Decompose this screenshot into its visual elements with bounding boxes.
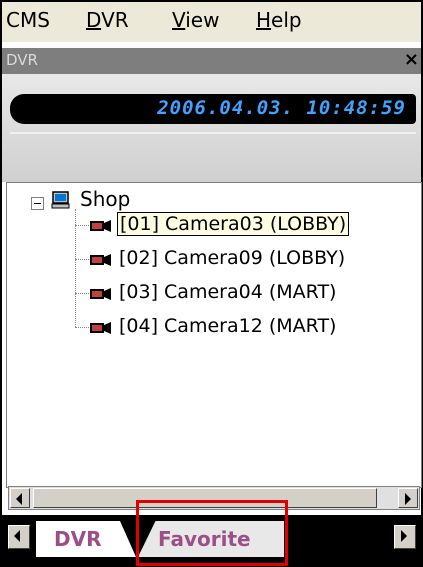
tree-item-camera[interactable]: [02] Camera09 (LOBBY) xyxy=(89,247,419,273)
arrow-left-icon xyxy=(14,530,20,542)
menu-help-rest: elp xyxy=(271,8,302,32)
tab-label: DVR xyxy=(54,527,102,551)
tree-connector xyxy=(75,225,89,226)
collapse-icon[interactable] xyxy=(31,197,44,210)
panel-title-bar: DVR × xyxy=(2,48,421,74)
camera-icon xyxy=(90,288,111,300)
tree-item-camera[interactable]: [04] Camera12 (MART) xyxy=(89,315,419,341)
arrow-right-icon xyxy=(401,530,407,542)
tree-item-camera[interactable]: [01] Camera03 (LOBBY) xyxy=(89,212,419,239)
tree-item-camera[interactable]: [03] Camera04 (MART) xyxy=(89,281,419,307)
menu-view-mnemonic: V xyxy=(172,8,186,32)
menu-bar: CMS DVR View Help xyxy=(2,2,421,42)
scroll-left-button[interactable] xyxy=(10,488,30,508)
menu-dvr-mnemonic: D xyxy=(86,8,102,32)
scroll-right-button[interactable] xyxy=(398,488,418,508)
menu-help-mnemonic: H xyxy=(256,8,272,32)
camera-icon xyxy=(90,254,111,266)
camera-label: [04] Camera12 (MART) xyxy=(119,315,337,337)
panel-title: DVR xyxy=(6,51,38,69)
tab-prev-button[interactable] xyxy=(8,525,30,549)
arrow-right-icon xyxy=(405,493,411,505)
camera-icon xyxy=(90,322,111,334)
camera-label: [02] Camera09 (LOBBY) xyxy=(119,247,346,269)
menu-help[interactable]: Help xyxy=(256,8,302,32)
menu-dvr[interactable]: DVR xyxy=(86,8,129,32)
tree-root-shop[interactable]: Shop xyxy=(77,187,133,211)
tree-connector xyxy=(75,327,89,328)
clock-datetime: 2006.04.03. 10:48:59 xyxy=(157,97,406,119)
camera-icon xyxy=(90,220,111,232)
highlight-box xyxy=(136,500,288,566)
clock-area: 2006.04.03. 10:48:59 xyxy=(2,74,421,182)
computer-icon xyxy=(51,191,70,209)
menu-dvr-rest: VR xyxy=(101,8,129,32)
tab-next-button[interactable] xyxy=(394,525,416,549)
arrow-left-icon xyxy=(16,493,22,505)
divider xyxy=(10,132,416,134)
tab-dvr[interactable]: DVR xyxy=(36,521,136,557)
camera-label: [01] Camera03 (LOBBY) xyxy=(117,212,350,236)
tree-connector xyxy=(75,293,89,294)
menu-view[interactable]: View xyxy=(172,8,219,32)
menu-cms[interactable]: CMS xyxy=(6,8,50,32)
menu-view-rest: iew xyxy=(185,8,220,32)
device-tree[interactable]: Shop [01] Camera03 (LOBBY) [02] Camera09… xyxy=(6,182,422,488)
camera-label: [03] Camera04 (MART) xyxy=(119,281,337,303)
clock-display: 2006.04.03. 10:48:59 xyxy=(10,94,416,124)
close-icon[interactable]: × xyxy=(404,49,419,70)
tree-connector xyxy=(75,259,89,260)
tree-connector xyxy=(75,209,76,327)
